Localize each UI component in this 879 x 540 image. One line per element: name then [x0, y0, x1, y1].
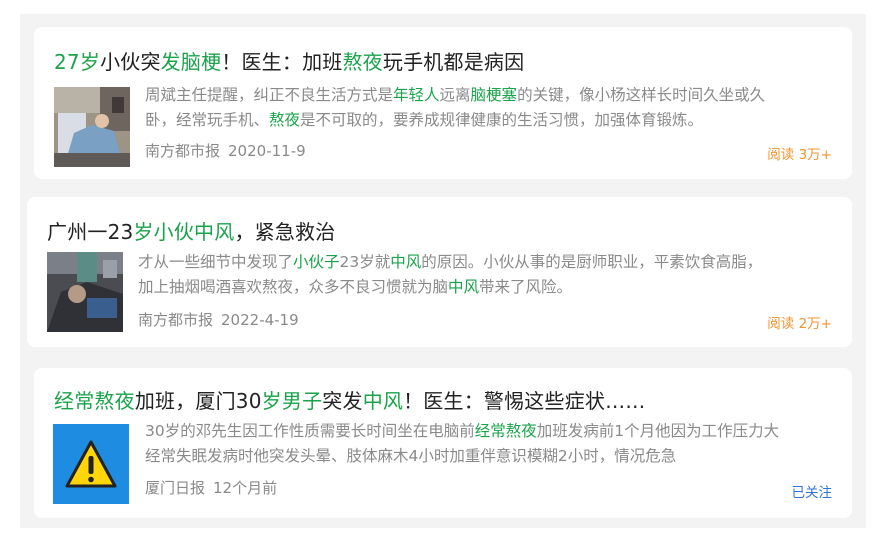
summary-line: 30岁的邓先生因工作性质需要长时间坐在电脑前经常熬夜加班发病前1个月他因为工作压… — [145, 419, 779, 444]
keyword-highlight: 中风 — [390, 253, 422, 271]
article-date: 2022-4-19 — [221, 311, 299, 329]
news-card[interactable]: 27岁小伙突发脑梗！医生：加班熬夜玩手机都是病因 周斌主任提醒，纠正不良生活方式… — [34, 27, 852, 179]
text-run: ！医生：加班 — [221, 50, 343, 74]
keyword-highlight: 熬夜 — [342, 50, 383, 74]
text-run: 卧，经常玩手机、 — [145, 111, 270, 129]
news-card[interactable]: 广州一23岁小伙中风，紧急救治 才从一些细节中发现了小伙子23岁就中风的原因。小… — [27, 197, 852, 347]
article-title[interactable]: 广州一23岁小伙中风，紧急救治 — [47, 216, 335, 245]
text-run: 的原因。小伙从事的是厨师职业，平素饮食高脂， — [421, 253, 763, 271]
follow-button[interactable]: 已关注 — [792, 481, 833, 501]
keyword-highlight: 经常熬夜 — [54, 389, 135, 413]
text-run: 小伙突 — [100, 50, 161, 74]
text-run: ，紧急救治 — [234, 220, 336, 244]
text-run: 才从一些细节中发现了 — [138, 253, 294, 271]
text-run: 远离 — [439, 86, 471, 104]
summary-line: 卧，经常玩手机、熬夜是不可取的，要养成规律健康的生活习惯，加强体育锻炼。 — [145, 108, 765, 133]
text-run: 30岁的邓先生因工作性质需要长时间坐在电脑前 — [145, 422, 475, 440]
article-thumbnail[interactable] — [54, 87, 130, 167]
summary-line: 周斌主任提醒，纠正不良生活方式是年轻人远离脑梗塞的关键，像小杨这样长时间久坐或久 — [145, 83, 765, 108]
text-run: 加班发病前1个月他因为工作压力大 — [536, 422, 780, 440]
keyword-highlight: 岁小伙中风 — [133, 220, 235, 244]
article-meta: 厦门日报 12个月前 — [145, 477, 285, 498]
article-date: 12个月前 — [213, 479, 278, 497]
keyword-highlight: 发脑梗 — [160, 50, 222, 74]
hospital-patient-photo — [54, 87, 130, 167]
text-run: 23岁就 — [339, 253, 391, 271]
article-thumbnail[interactable] — [47, 252, 123, 332]
keyword-highlight: 中风 — [362, 389, 404, 413]
summary-line: 才从一些细节中发现了小伙子23岁就中风的原因。小伙从事的是厨师职业，平素饮食高脂… — [138, 250, 762, 275]
article-source[interactable]: 南方都市报 — [138, 311, 213, 329]
hospital-patient-photo — [47, 252, 123, 332]
summary-line: 经常失眠发病时他突发头晕、肢体麻木4小时加重伴意识模糊2小时，情况危急 — [145, 444, 779, 469]
article-title[interactable]: 经常熬夜加班，厦门30岁男子突发中风！医生：警惕这些症状…… — [54, 385, 646, 414]
article-meta: 南方都市报 2020-11-9 — [145, 140, 314, 161]
text-run: 广州一23 — [47, 220, 134, 244]
keyword-highlight: 脑梗塞 — [470, 86, 518, 104]
text-run: 加上抽烟喝酒喜欢熬夜，众多不良习惯就为脑 — [138, 278, 449, 296]
keyword-highlight: 小伙子 — [293, 253, 340, 271]
text-run: 玩手机都是病因 — [382, 50, 525, 74]
text-run: 的关键，像小杨这样长时间久坐或久 — [517, 86, 766, 104]
text-run: 突发 — [322, 389, 363, 413]
text-run: 是不可取的，要养成规律健康的生活习惯，加强体育锻炼。 — [300, 111, 704, 129]
text-run: 带来了风险。 — [479, 278, 573, 296]
read-count: 阅读 2万+ — [767, 316, 832, 332]
text-run: ！医生：警惕这些症状…… — [403, 389, 646, 413]
text-run: 周斌主任提醒，纠正不良生活方式是 — [145, 86, 394, 104]
summary-line: 加上抽烟喝酒喜欢熬夜，众多不良习惯就为脑中风带来了风险。 — [138, 275, 762, 300]
warning-icon — [53, 424, 129, 504]
article-date: 2020-11-9 — [228, 142, 306, 160]
article-summary: 才从一些细节中发现了小伙子23岁就中风的原因。小伙从事的是厨师职业，平素饮食高脂… — [138, 250, 762, 300]
article-title[interactable]: 27岁小伙突发脑梗！医生：加班熬夜玩手机都是病因 — [54, 46, 524, 75]
keyword-highlight: 中风 — [448, 278, 480, 296]
article-summary: 30岁的邓先生因工作性质需要长时间坐在电脑前经常熬夜加班发病前1个月他因为工作压… — [145, 419, 779, 469]
text-run: 加班，厦门30 — [134, 389, 262, 413]
article-source[interactable]: 南方都市报 — [145, 142, 220, 160]
keyword-highlight: 熬夜 — [269, 111, 301, 129]
keyword-highlight: 年轻人 — [393, 86, 440, 104]
read-count: 阅读 3万+ — [767, 147, 832, 163]
keyword-highlight: 27岁 — [54, 50, 101, 74]
keyword-highlight: 岁男子 — [261, 389, 323, 413]
news-card[interactable]: 经常熬夜加班，厦门30岁男子突发中风！医生：警惕这些症状…… 30岁的邓先生因工… — [34, 368, 852, 518]
article-meta: 南方都市报 2022-4-19 — [138, 309, 307, 330]
article-thumbnail[interactable] — [53, 424, 129, 504]
keyword-highlight: 经常熬夜 — [474, 422, 537, 440]
text-run: 经常失眠发病时他突发头晕、肢体麻木4小时加重伴意识模糊2小时，情况危急 — [145, 447, 677, 465]
article-source[interactable]: 厦门日报 — [145, 479, 205, 497]
article-summary: 周斌主任提醒，纠正不良生活方式是年轻人远离脑梗塞的关键，像小杨这样长时间久坐或久… — [145, 83, 765, 133]
